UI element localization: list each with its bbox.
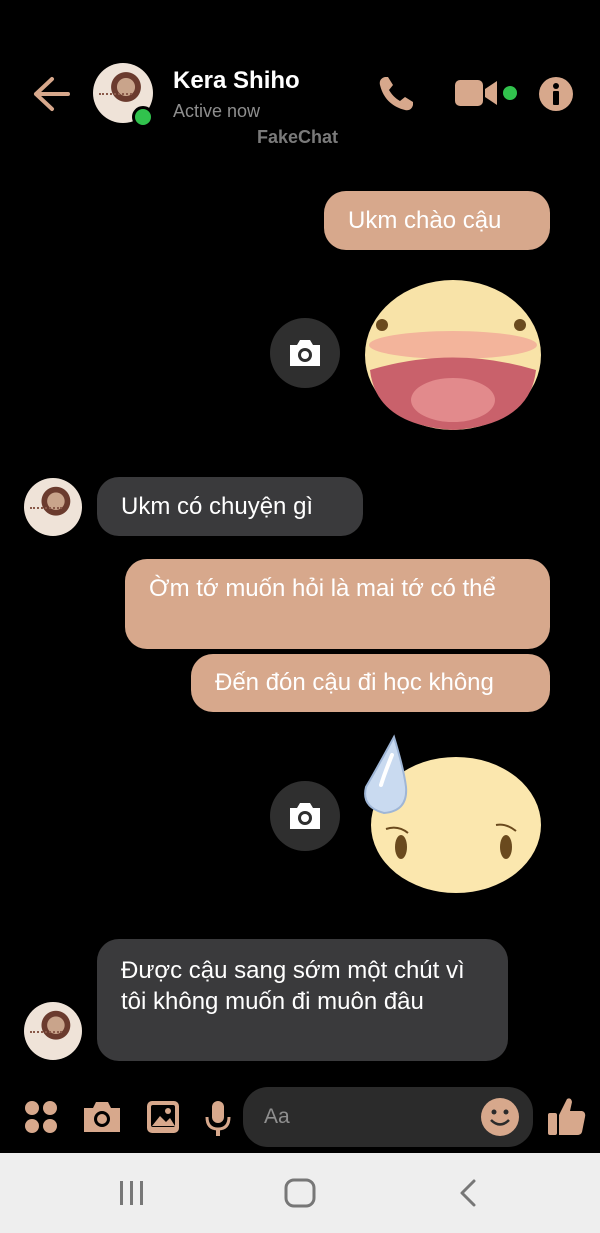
outgoing-message[interactable]: Đến đón cậu đi học không: [191, 654, 550, 712]
back-arrow-icon[interactable]: [32, 76, 72, 112]
message-text: Ukm chào cậu: [348, 207, 502, 234]
microphone-icon[interactable]: [204, 1099, 232, 1137]
message-text: Ờm tớ muốn hỏi là mai tớ có thể: [149, 575, 496, 602]
sticker-camera-button[interactable]: [270, 318, 340, 388]
camera-icon: [290, 340, 320, 366]
message-text: Được cậu sang sớm một chút vì tôi không …: [121, 957, 465, 1015]
system-navigation-bar: [0, 1153, 600, 1233]
video-online-dot: [503, 86, 517, 100]
gallery-icon[interactable]: [145, 1099, 181, 1135]
message-text: Ukm có chuyện gì: [121, 493, 314, 520]
outgoing-message[interactable]: Ờm tớ muốn hỏi là mai tớ có thể: [125, 559, 550, 649]
header: Kera Shiho Active now FakeChat: [0, 0, 600, 160]
camera-icon: [290, 803, 320, 829]
info-icon[interactable]: [538, 76, 574, 112]
contact-avatar[interactable]: [24, 478, 82, 536]
online-indicator: [132, 106, 154, 128]
incoming-message[interactable]: Ukm có chuyện gì: [97, 477, 363, 536]
back-icon[interactable]: [456, 1178, 480, 1208]
message-list: Ukm chào cậu Ukm có chuyện gì Ờm tớ muốn…: [0, 160, 600, 1080]
recent-apps-icon[interactable]: [116, 1179, 148, 1207]
sticker-camera-button[interactable]: [270, 781, 340, 851]
active-status: Active now: [173, 101, 261, 121]
phone-icon[interactable]: [376, 74, 416, 114]
composer-bar: Aa: [0, 1080, 600, 1153]
message-input[interactable]: Aa: [243, 1087, 533, 1147]
contact-avatar[interactable]: [24, 1002, 82, 1060]
camera-icon[interactable]: [82, 1100, 122, 1134]
message-input-placeholder: Aa: [264, 1105, 290, 1128]
watermark: FakeChat: [257, 127, 339, 147]
home-icon[interactable]: [284, 1178, 316, 1208]
emoji-icon[interactable]: [480, 1097, 520, 1137]
sweat-face-sticker[interactable]: [356, 725, 546, 895]
incoming-message[interactable]: Được cậu sang sớm một chút vì tôi không …: [97, 939, 508, 1061]
message-text: Đến đón cậu đi học không: [215, 669, 494, 696]
video-camera-icon[interactable]: [454, 78, 498, 108]
outgoing-message[interactable]: Ukm chào cậu: [324, 191, 550, 250]
contact-name[interactable]: Kera Shiho: [173, 67, 300, 95]
thumbs-up-icon[interactable]: [547, 1095, 587, 1137]
laughing-face-sticker[interactable]: [360, 275, 546, 435]
apps-grid-icon[interactable]: [24, 1100, 58, 1134]
